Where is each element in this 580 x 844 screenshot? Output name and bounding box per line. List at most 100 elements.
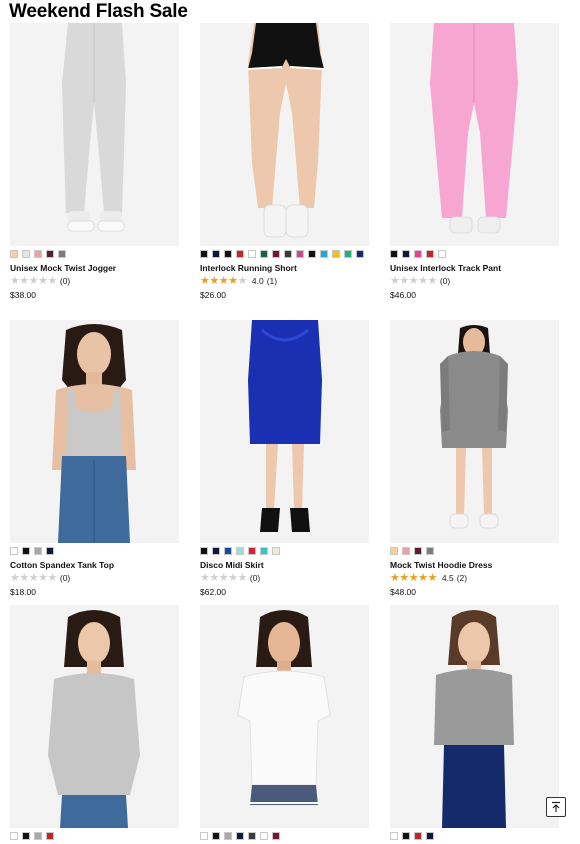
- product-image[interactable]: [200, 605, 369, 828]
- star-icon: ★: [28, 571, 39, 584]
- star-icon: ★: [237, 274, 248, 287]
- color-swatch[interactable]: [438, 250, 446, 258]
- star-icon: ★: [418, 274, 428, 287]
- product-image[interactable]: [390, 320, 559, 543]
- color-swatch[interactable]: [260, 832, 268, 840]
- product-card[interactable]: [390, 605, 559, 844]
- color-swatch[interactable]: [414, 832, 422, 840]
- color-swatch[interactable]: [46, 547, 54, 555]
- color-swatch[interactable]: [10, 547, 18, 555]
- color-swatch[interactable]: [22, 832, 30, 840]
- color-swatch[interactable]: [236, 547, 244, 555]
- color-swatch[interactable]: [236, 250, 244, 258]
- color-swatch[interactable]: [236, 832, 244, 840]
- product-photo-cropped-tee: [390, 605, 559, 828]
- color-swatches: [390, 547, 559, 559]
- color-swatch[interactable]: [402, 832, 410, 840]
- color-swatch[interactable]: [212, 832, 220, 840]
- product-image[interactable]: [390, 605, 559, 828]
- product-rating: ★★★★★ 4.0 (1): [200, 275, 369, 287]
- color-swatch[interactable]: [200, 547, 208, 555]
- color-swatch[interactable]: [212, 547, 220, 555]
- product-card[interactable]: Interlock Running Short ★★★★★ 4.0 (1) $2…: [200, 23, 369, 300]
- color-swatch[interactable]: [284, 250, 292, 258]
- review-count[interactable]: (0): [250, 573, 260, 583]
- product-image[interactable]: [10, 605, 179, 828]
- product-rating: ★★★★★ (0): [200, 572, 369, 584]
- color-swatch[interactable]: [308, 250, 316, 258]
- back-to-top-button[interactable]: [546, 797, 566, 817]
- product-name[interactable]: Interlock Running Short: [200, 263, 369, 274]
- color-swatch[interactable]: [272, 250, 280, 258]
- product-name[interactable]: Disco Midi Skirt: [200, 560, 369, 571]
- color-swatch[interactable]: [248, 547, 256, 555]
- color-swatch[interactable]: [200, 250, 208, 258]
- product-card[interactable]: [10, 605, 179, 844]
- product-photo-tank-top: [10, 320, 179, 543]
- color-swatch[interactable]: [46, 832, 54, 840]
- product-card[interactable]: Unisex Mock Twist Jogger ★★★★★ (0) $38.0…: [10, 23, 179, 300]
- color-swatch[interactable]: [426, 832, 434, 840]
- review-count[interactable]: (0): [60, 276, 70, 286]
- product-name[interactable]: Cotton Spandex Tank Top: [10, 560, 179, 571]
- product-name[interactable]: Unisex Interlock Track Pant: [390, 263, 559, 274]
- star-rating-icon: ★★★★★: [200, 274, 248, 287]
- color-swatch[interactable]: [260, 250, 268, 258]
- color-swatch[interactable]: [426, 547, 434, 555]
- star-icon: ★: [38, 571, 48, 584]
- color-swatch[interactable]: [332, 250, 340, 258]
- color-swatch[interactable]: [414, 250, 422, 258]
- color-swatch[interactable]: [356, 250, 364, 258]
- product-card[interactable]: Cotton Spandex Tank Top ★★★★★ (0) $18.00: [10, 320, 179, 597]
- product-price: $62.00: [200, 587, 226, 597]
- product-card[interactable]: Disco Midi Skirt ★★★★★ (0) $62.00: [200, 320, 369, 597]
- color-swatch[interactable]: [390, 832, 398, 840]
- star-rating-icon: ★★★★★: [390, 274, 437, 287]
- product-image[interactable]: [200, 320, 369, 543]
- color-swatch[interactable]: [402, 547, 410, 555]
- color-swatch[interactable]: [34, 832, 42, 840]
- product-card[interactable]: Unisex Interlock Track Pant ★★★★★ (0) $4…: [390, 23, 559, 300]
- star-icon: ★: [19, 571, 29, 584]
- color-swatch[interactable]: [414, 547, 422, 555]
- product-image[interactable]: [200, 23, 369, 246]
- color-swatch[interactable]: [344, 250, 352, 258]
- product-card[interactable]: Mock Twist Hoodie Dress ★★★★★ 4.5 (2) $4…: [390, 320, 559, 597]
- color-swatch[interactable]: [224, 547, 232, 555]
- product-image[interactable]: [10, 23, 179, 246]
- color-swatch[interactable]: [402, 250, 410, 258]
- color-swatch[interactable]: [10, 250, 18, 258]
- color-swatch[interactable]: [260, 547, 268, 555]
- color-swatch[interactable]: [46, 250, 54, 258]
- review-count[interactable]: (0): [60, 573, 70, 583]
- review-count[interactable]: (1): [267, 276, 277, 286]
- color-swatch[interactable]: [296, 250, 304, 258]
- color-swatch[interactable]: [224, 832, 232, 840]
- color-swatch[interactable]: [320, 250, 328, 258]
- review-count[interactable]: (2): [457, 573, 467, 583]
- color-swatch[interactable]: [248, 832, 256, 840]
- color-swatch[interactable]: [272, 547, 280, 555]
- review-count[interactable]: (0): [440, 276, 450, 286]
- color-swatch[interactable]: [426, 250, 434, 258]
- product-image[interactable]: [10, 320, 179, 543]
- color-swatch[interactable]: [10, 832, 18, 840]
- color-swatch[interactable]: [212, 250, 220, 258]
- color-swatch[interactable]: [272, 832, 280, 840]
- star-icon: ★: [237, 571, 248, 584]
- color-swatch[interactable]: [34, 250, 42, 258]
- color-swatch[interactable]: [200, 832, 208, 840]
- product-name[interactable]: Unisex Mock Twist Jogger: [10, 263, 179, 274]
- color-swatch[interactable]: [390, 547, 398, 555]
- product-name[interactable]: Mock Twist Hoodie Dress: [390, 560, 559, 571]
- color-swatch[interactable]: [390, 250, 398, 258]
- product-card[interactable]: [200, 605, 369, 844]
- product-image[interactable]: [390, 23, 559, 246]
- color-swatch[interactable]: [34, 547, 42, 555]
- product-photo-running-short: [200, 23, 369, 246]
- color-swatch[interactable]: [224, 250, 232, 258]
- color-swatch[interactable]: [22, 250, 30, 258]
- color-swatch[interactable]: [22, 547, 30, 555]
- color-swatch[interactable]: [58, 250, 66, 258]
- color-swatch[interactable]: [248, 250, 256, 258]
